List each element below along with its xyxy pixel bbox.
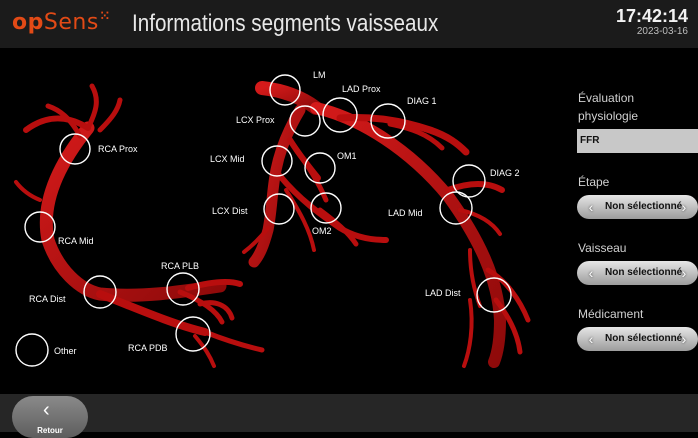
segment-label-lcx-mid: LCX Mid (210, 154, 245, 164)
segment-label-rca-prox: RCA Prox (98, 144, 138, 154)
clock-time: 17:42:14 (615, 6, 688, 26)
chevron-right-icon[interactable]: › (676, 261, 692, 285)
segment-label-rca-mid: RCA Mid (58, 236, 94, 246)
segment-other[interactable]: Other (15, 333, 77, 367)
left-coronary-artery (242, 81, 531, 368)
segment-lcx-dist[interactable]: LCX Dist (212, 193, 295, 225)
segment-label-diag1: DIAG 1 (407, 96, 437, 106)
etape-value: Non sélectionné (605, 201, 683, 212)
segment-label-lad-prox: LAD Prox (342, 84, 381, 94)
segment-diag2[interactable]: DIAG 2 (452, 164, 520, 198)
chevron-left-icon[interactable]: ‹ (583, 327, 599, 351)
clock-date: 2023-03-16 (636, 26, 688, 37)
segment-label-rca-dist: RCA Dist (29, 294, 66, 304)
chevron-right-icon[interactable]: › (676, 195, 692, 219)
coronary-vessel-diagram: LM LAD Prox DIAG 1 LCX Prox RCA Prox LCX… (14, 70, 531, 368)
segment-label-lcx-prox: LCX Prox (236, 115, 275, 125)
segment-label-lad-dist: LAD Dist (425, 288, 461, 298)
etape-label: Étape (578, 175, 610, 189)
segment-label-rca-plb: RCA PLB (161, 261, 199, 271)
footer-bar (0, 394, 698, 432)
back-label: Retour (37, 426, 63, 435)
medicament-label: Médicament (578, 307, 644, 321)
etape-selector[interactable]: ‹ Non sélectionné › (577, 195, 698, 219)
vaisseau-selector[interactable]: ‹ Non sélectionné › (577, 261, 698, 285)
vaisseau-value: Non sélectionné (605, 267, 683, 278)
page-title: Informations segments vaisseaux (132, 10, 439, 37)
evaluation-field[interactable]: FFR (577, 129, 698, 153)
segment-label-lm: LM (313, 70, 326, 80)
segment-label-om2: OM2 (312, 226, 332, 236)
logo-dots-icon: ⁙ (99, 9, 111, 23)
vaisseau-label: Vaisseau (578, 241, 627, 255)
segment-rca-mid[interactable]: RCA Mid (24, 211, 94, 246)
right-coronary-artery (14, 83, 265, 368)
segment-label-diag2: DIAG 2 (490, 168, 520, 178)
evaluation-label-line1: Évaluation (578, 91, 635, 105)
segment-label-rca-pdb: RCA PDB (128, 343, 168, 353)
medicament-selector[interactable]: ‹ Non sélectionné › (577, 327, 698, 351)
logo-op-text: op (12, 10, 44, 35)
opsens-logo: opSens⁙ (12, 9, 111, 35)
chevron-left-icon: ‹ (43, 399, 50, 421)
logo-sens-text: Sens (43, 10, 99, 35)
segment-label-om1: OM1 (337, 151, 357, 161)
evaluation-label-line2: physiologie (578, 109, 639, 123)
chevron-left-icon[interactable]: ‹ (583, 261, 599, 285)
segment-label-lad-mid: LAD Mid (388, 208, 423, 218)
chevron-right-icon[interactable]: › (676, 327, 692, 351)
medicament-value: Non sélectionné (605, 333, 683, 344)
chevron-left-icon[interactable]: ‹ (583, 195, 599, 219)
side-panel: Évaluation physiologie FFR Étape ‹ Non s… (568, 48, 698, 394)
segment-label-other: Other (54, 346, 77, 356)
segment-label-lcx-dist: LCX Dist (212, 206, 248, 216)
